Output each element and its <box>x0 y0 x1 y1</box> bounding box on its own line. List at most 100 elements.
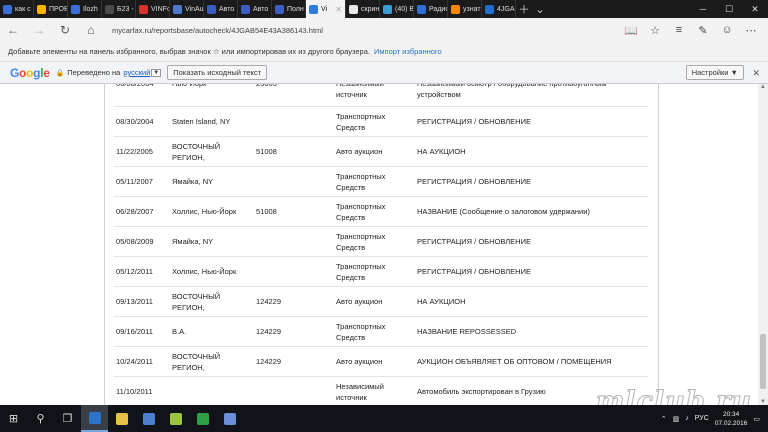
tab-label: Ilozh <box>83 5 98 13</box>
row-source: Транспортных Средств <box>336 321 386 342</box>
close-icon[interactable]: ✕ <box>752 68 760 79</box>
browser-tab[interactable]: Радио <box>414 0 448 18</box>
favorite-star-icon[interactable]: ☆ <box>644 19 666 41</box>
translate-settings-button[interactable]: Настройки ▼ <box>685 65 744 80</box>
tab-list-chevron-icon[interactable]: ⌄ <box>532 0 548 18</box>
row-date: 06/08/2004 <box>116 84 172 100</box>
row-odometer: 124229 <box>256 327 282 336</box>
row-date: 10/24/2011 <box>116 357 153 366</box>
scrollbar-thumb[interactable] <box>760 334 766 389</box>
table-row: 08/30/2004 Staten Island, NY Транспортных … <box>114 107 648 137</box>
page-content: 06/08/2004Нью-Йорк25003Независимый источ… <box>0 84 768 405</box>
browser-tab[interactable]: Б23 - <box>102 0 136 18</box>
row-odometer: 25003 <box>256 84 336 100</box>
browser-tab[interactable]: узнат <box>448 0 482 18</box>
row-location: В.А. <box>172 327 187 336</box>
tab-favicon-icon <box>71 4 80 14</box>
language-selector[interactable]: русский <box>123 68 150 77</box>
forward-button[interactable]: → <box>26 18 52 42</box>
vertical-scrollbar[interactable]: ▲ ▼ <box>758 84 768 405</box>
close-window-button[interactable]: ✕ <box>742 0 768 18</box>
search-icon[interactable]: ⚲ <box>27 405 54 432</box>
import-favorites-link[interactable]: Импорт избранного <box>374 47 442 56</box>
tab-favicon-icon <box>349 4 358 14</box>
address-bar[interactable]: mycarfax.ru/reportsbase/autocheck/4JGAB5… <box>104 22 620 38</box>
reading-view-icon[interactable]: 📖 <box>620 19 642 41</box>
row-event: РЕГИСТРАЦИЯ / ОБНОВЛЕНИЕ <box>417 237 531 246</box>
row-date: 05/08/2009 <box>116 237 154 246</box>
watermark: mlclub.ru <box>595 386 752 406</box>
scroll-up-icon[interactable]: ▲ <box>758 84 768 90</box>
row-odometer <box>256 227 336 256</box>
lock-icon: 🔒 <box>55 69 65 77</box>
browser-tab[interactable]: Ilozh <box>68 0 102 18</box>
chevron-down-icon[interactable]: ▼ <box>151 68 162 77</box>
row-odometer: 51008 <box>256 207 277 216</box>
browser-tab[interactable]: как с <box>0 0 34 18</box>
refresh-button[interactable]: ↻ <box>52 18 78 42</box>
window-controls: ─ ☐ ✕ <box>690 0 768 18</box>
browser-tab[interactable]: (40) В <box>380 0 414 18</box>
row-event: РЕГИСТРАЦИЯ / ОБНОВЛЕНИЕ <box>417 117 531 126</box>
close-tab-icon[interactable]: ✕ <box>335 5 345 14</box>
google-logo: Google <box>10 65 50 80</box>
browser-tab[interactable]: 4JGAE <box>482 0 516 18</box>
browser-tab[interactable]: ПРОВ <box>34 0 68 18</box>
share-icon[interactable]: ☺ <box>716 19 738 41</box>
favorites-notice-text: Добавьте элементы на панель избранного, … <box>8 47 370 56</box>
task-view-icon[interactable]: ❐ <box>54 405 81 432</box>
tab-label: узнат <box>463 5 481 13</box>
app-icon-green[interactable] <box>162 405 189 432</box>
tab-label: скрин <box>361 5 380 13</box>
home-button[interactable]: ⌂ <box>78 18 104 42</box>
show-original-button[interactable]: Показать исходный текст <box>167 65 268 80</box>
notifications-icon[interactable]: ▭ <box>753 415 760 423</box>
tray-chevron-icon[interactable]: ⌃ <box>661 415 667 423</box>
browser-tab[interactable]: Авто <box>238 0 272 18</box>
tab-favicon-icon <box>275 4 284 14</box>
maximize-button[interactable]: ☐ <box>716 0 742 18</box>
back-button[interactable]: ← <box>0 18 26 42</box>
volume-icon[interactable]: ♪ <box>685 415 689 422</box>
browser-tab[interactable]: VINFc <box>136 0 170 18</box>
address-toolbar: ← → ↻ ⌂ mycarfax.ru/reportsbase/autochec… <box>0 18 768 42</box>
tab-bar: как с ПРОВ Ilozh Б23 - VINFc VinAu Авто Авто Пол… <box>0 0 768 18</box>
row-odometer: 124229 <box>256 297 282 306</box>
row-source: Транспортных Средств <box>336 171 386 192</box>
translated-to-label: Переведено на <box>67 68 121 77</box>
row-odometer <box>256 167 336 196</box>
minimize-button[interactable]: ─ <box>690 0 716 18</box>
table-row: 09/16/2011 В.А. 124229 Транспортных Средств… <box>114 317 648 347</box>
browser-tab[interactable]: VinAu <box>170 0 204 18</box>
row-source: Транспортных Средств <box>336 201 386 222</box>
row-event: АУКЦИОН ОБЪЯВЛЯЕТ ОБ ОПТОВОМ / ПОМЕЩЕНИЯ <box>417 357 612 366</box>
edge-browser-icon[interactable] <box>81 405 108 432</box>
browser-tab[interactable]: Vi ✕ <box>306 0 346 18</box>
google-translate-bar: Google 🔒 Переведено на русский ▼ Показать… <box>0 62 768 84</box>
app-icon-document[interactable] <box>216 405 243 432</box>
file-explorer-icon[interactable] <box>108 405 135 432</box>
new-tab-button[interactable]: ＋ <box>516 0 532 18</box>
row-source: Транспортных Средств <box>336 261 386 282</box>
clock[interactable]: 20:34 07.02.2016 <box>715 410 748 428</box>
web-note-icon[interactable]: ✎ <box>692 19 714 41</box>
app-icon-flag[interactable] <box>189 405 216 432</box>
tab-favicon-icon <box>37 4 46 14</box>
tab-label: 4JGAE <box>497 5 515 13</box>
table-row: 05/12/2011 Холлис, Нью-Йорк Транспортных С… <box>114 257 648 287</box>
toolbar-right: 📖 ☆ ≡ ✎ ☺ ⋯ <box>620 19 768 41</box>
row-source: Транспортных Средств <box>336 231 386 252</box>
windows-start-icon[interactable]: ⊞ <box>0 405 27 432</box>
network-icon[interactable]: ▥ <box>673 415 680 423</box>
row-event: НА АУКЦИОН <box>417 297 466 306</box>
browser-tab[interactable]: Полн <box>272 0 306 18</box>
row-date: 09/13/2011 <box>116 297 153 306</box>
more-icon[interactable]: ⋯ <box>740 19 762 41</box>
tab-label: (40) В <box>395 5 414 13</box>
row-event: НА АУКЦИОН <box>417 147 466 156</box>
browser-tab[interactable]: Авто <box>204 0 238 18</box>
hub-icon[interactable]: ≡ <box>668 19 690 41</box>
store-icon[interactable] <box>135 405 162 432</box>
browser-tab[interactable]: скрин <box>346 0 380 18</box>
input-language[interactable]: РУС <box>695 415 709 422</box>
